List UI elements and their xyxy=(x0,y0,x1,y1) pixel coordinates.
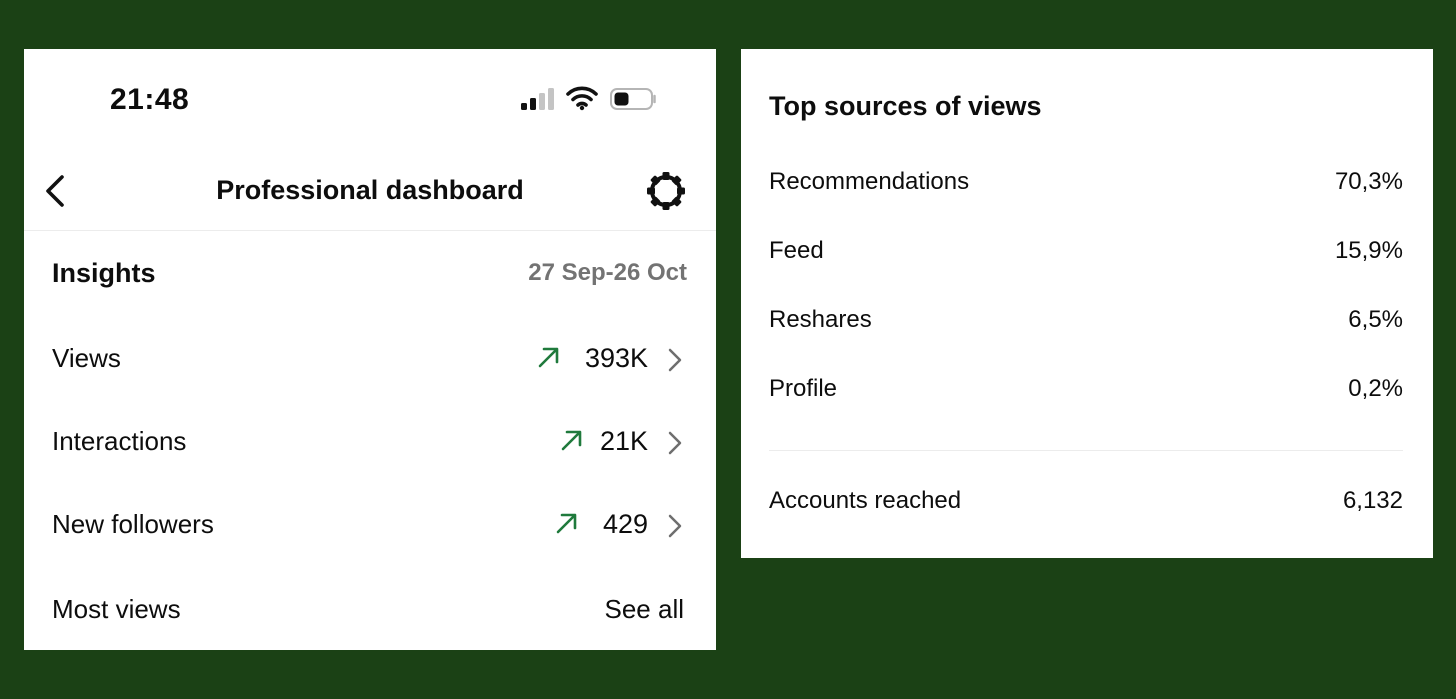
top-sources-panel: Top sources of views Recommendations 70,… xyxy=(741,49,1433,558)
trend-up-icon xyxy=(561,430,582,451)
header-divider xyxy=(24,230,716,231)
metric-label: New followers xyxy=(52,509,214,539)
metric-label: Interactions xyxy=(52,426,187,456)
see-all-link[interactable]: See all xyxy=(605,594,685,625)
sources-title: Top sources of views xyxy=(769,91,1042,121)
metric-row-new-followers[interactable]: New followers 429 xyxy=(24,495,716,555)
page-title: Professional dashboard xyxy=(216,175,524,205)
metric-row-interactions[interactable]: Interactions 21K xyxy=(24,412,716,472)
metric-row-views[interactable]: Views 393K xyxy=(24,329,716,389)
cellular-signal-icon xyxy=(521,88,554,110)
insights-title: Insights xyxy=(52,258,156,288)
accounts-reached-value: 6,132 xyxy=(1342,487,1403,514)
metric-value: 21K xyxy=(599,426,648,456)
insights-date-range[interactable]: 27 Sep-26 Oct xyxy=(528,259,687,287)
most-views-label: Most views xyxy=(52,594,181,624)
source-value: 70,3% xyxy=(1334,168,1403,195)
source-label: Reshares xyxy=(769,306,872,333)
source-row-profile: Profile 0,2% xyxy=(769,375,1403,411)
metric-label: Views xyxy=(52,343,121,373)
source-row-reshares: Reshares 6,5% xyxy=(769,306,1403,342)
status-time: 21:48 xyxy=(110,83,190,116)
metric-value: 429 xyxy=(602,509,648,539)
source-value: 0,2% xyxy=(1348,375,1403,402)
source-label: Recommendations xyxy=(769,168,970,195)
chevron-right-icon xyxy=(668,514,682,538)
chevron-right-icon xyxy=(668,348,682,372)
source-label: Profile xyxy=(769,375,838,402)
professional-dashboard-panel: 21:48 Professional dashboard Insights 27… xyxy=(24,49,716,650)
source-row-feed: Feed 15,9% xyxy=(769,237,1403,273)
trend-up-icon xyxy=(556,513,577,534)
trend-up-icon xyxy=(538,347,559,368)
sources-divider xyxy=(769,450,1403,451)
accounts-reached-label: Accounts reached xyxy=(769,487,962,514)
accounts-reached-row: Accounts reached 6,132 xyxy=(769,487,1403,523)
source-value: 6,5% xyxy=(1348,306,1403,333)
source-label: Feed xyxy=(769,237,824,264)
source-row-recommendations: Recommendations 70,3% xyxy=(769,168,1403,204)
wifi-icon xyxy=(566,86,598,111)
chevron-right-icon xyxy=(668,431,682,455)
settings-gear-icon[interactable] xyxy=(642,167,690,215)
source-value: 15,9% xyxy=(1334,237,1403,264)
metric-value: 393K xyxy=(584,343,648,373)
battery-icon xyxy=(610,88,656,110)
